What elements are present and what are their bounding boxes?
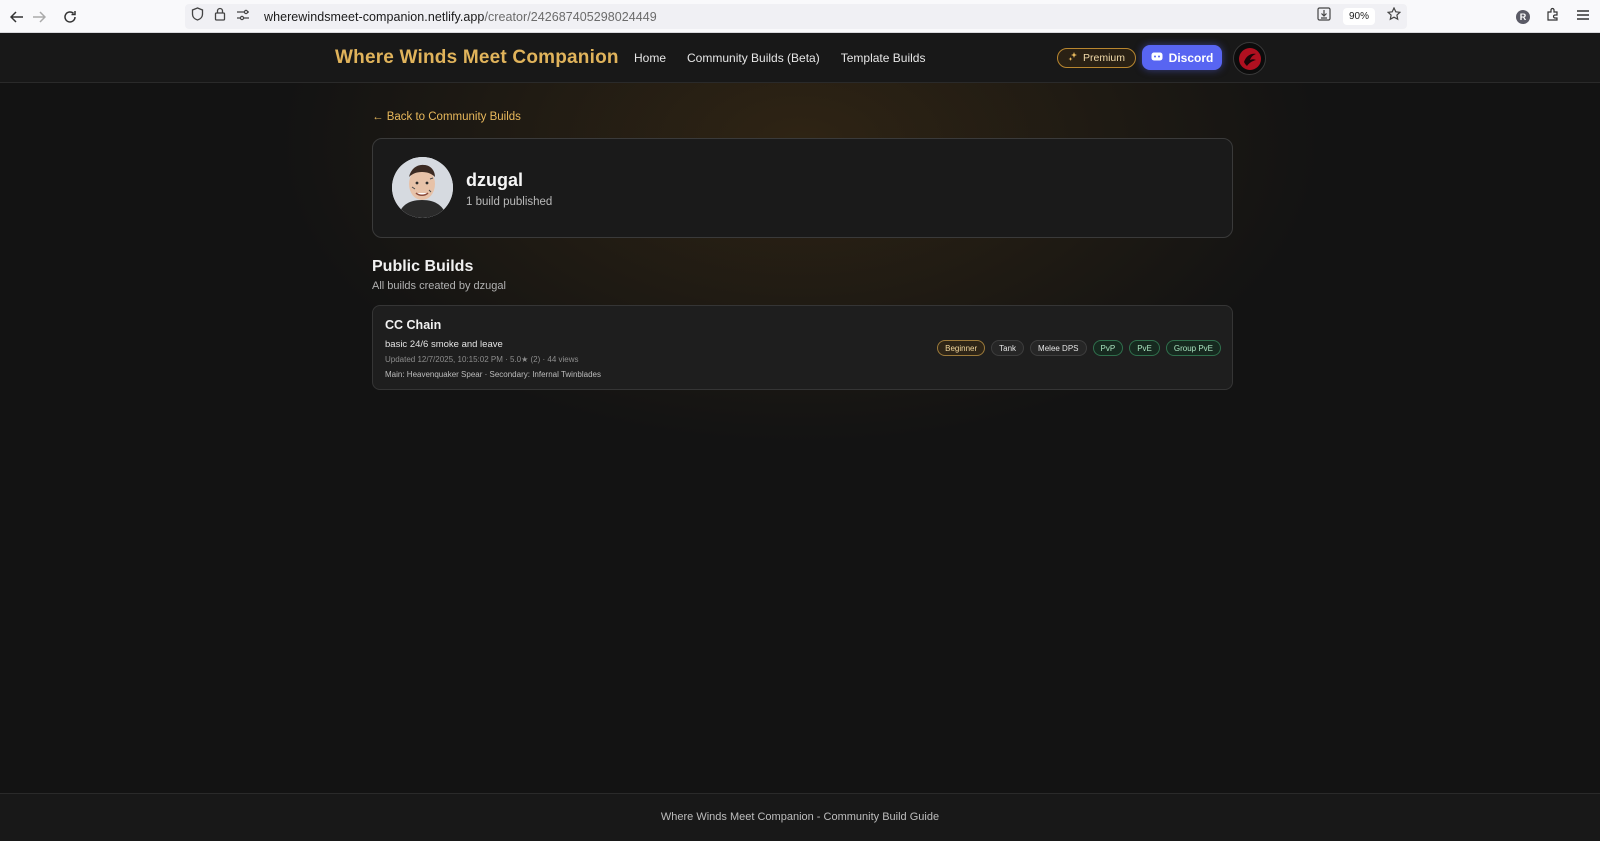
download-page-icon[interactable] <box>1317 7 1331 26</box>
discord-icon <box>1151 51 1163 65</box>
premium-label: Premium <box>1083 52 1126 64</box>
tag-pvp: PvP <box>1092 340 1124 356</box>
nav-community-builds[interactable]: Community Builds (Beta) <box>687 51 820 65</box>
discord-button[interactable]: Discord <box>1142 45 1222 70</box>
main-nav: Home Community Builds (Beta) Template Bu… <box>634 51 925 65</box>
tag-beginner: Beginner <box>937 340 986 356</box>
nav-template-builds[interactable]: Template Builds <box>841 51 926 65</box>
forward-arrow-icon[interactable] <box>24 2 54 32</box>
discord-label: Discord <box>1168 50 1214 65</box>
creator-avatar <box>392 157 453 218</box>
public-builds-subtitle: All builds created by dzugal <box>372 280 506 292</box>
footer-text: Where Winds Meet Companion - Community B… <box>660 811 940 823</box>
build-description: basic 24/6 smoke and leave <box>385 339 503 350</box>
reload-icon[interactable] <box>55 2 85 32</box>
nav-home[interactable]: Home <box>634 51 666 65</box>
menu-icon[interactable] <box>1576 8 1590 26</box>
build-card[interactable]: CC Chain basic 24/6 smoke and leave Upda… <box>372 305 1233 390</box>
bookmark-star-icon[interactable] <box>1386 6 1402 26</box>
site-permissions-icon[interactable] <box>236 8 250 26</box>
back-to-community-builds-link[interactable]: ← Back to Community Builds <box>372 111 521 123</box>
build-weapons: Main: Heavenquaker Spear · Secondary: In… <box>385 370 601 379</box>
creator-profile-card: dzugal 1 build published <box>372 138 1233 238</box>
premium-button[interactable]: Premium <box>1057 48 1137 68</box>
url-bar[interactable]: wherewindsmeet-companion.netlify.app/cre… <box>185 4 1407 29</box>
zoom-level[interactable]: 90% <box>1342 8 1375 25</box>
shield-icon[interactable] <box>191 7 204 26</box>
tag-melee-dps: Melee DPS <box>1030 340 1087 356</box>
extensions-icon[interactable] <box>1546 7 1560 26</box>
site-title[interactable]: Where Winds Meet Companion <box>335 47 619 69</box>
account-avatar[interactable]: R <box>1516 9 1530 24</box>
lock-icon[interactable] <box>214 7 226 26</box>
user-logo-icon <box>1238 47 1261 70</box>
tag-pve: PvE <box>1129 340 1160 356</box>
tag-tank: Tank <box>991 340 1025 356</box>
build-meta: Updated 12/7/2025, 10:15:02 PM · 5.0★ (2… <box>385 355 579 364</box>
public-builds-heading: Public Builds <box>372 258 474 275</box>
site-footer: Where Winds Meet Companion - Community B… <box>0 793 1600 841</box>
creator-name: dzugal <box>466 170 523 190</box>
user-avatar[interactable] <box>1233 42 1266 75</box>
url-text[interactable]: wherewindsmeet-companion.netlify.app/cre… <box>264 10 657 24</box>
creator-build-count: 1 build published <box>466 196 553 208</box>
sparkle-icon <box>1068 51 1078 65</box>
build-tags: Beginner Tank Melee DPS PvP PvE Group Pv… <box>937 340 1221 356</box>
build-name[interactable]: CC Chain <box>385 318 441 332</box>
site-header: Where Winds Meet Companion Home Communit… <box>0 33 1600 83</box>
tag-group-pve: Group PvE <box>1165 340 1221 356</box>
browser-toolbar: wherewindsmeet-companion.netlify.app/cre… <box>0 0 1600 33</box>
